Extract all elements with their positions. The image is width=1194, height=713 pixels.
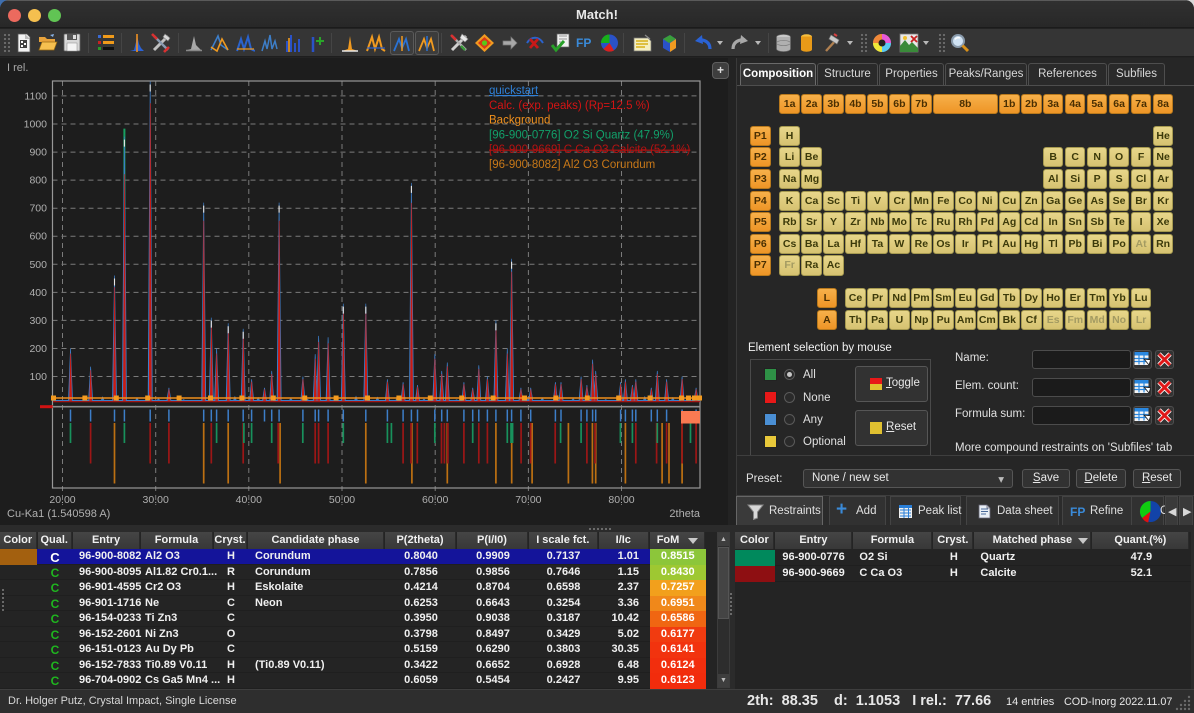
svg-text:30.00: 30.00	[143, 494, 169, 506]
svg-text:200: 200	[29, 343, 47, 355]
svg-text:60.00: 60.00	[422, 494, 448, 506]
svg-text:1100: 1100	[24, 90, 47, 102]
svg-text:50.00: 50.00	[329, 494, 355, 506]
svg-text:400: 400	[29, 287, 47, 299]
svg-text:300: 300	[29, 315, 47, 327]
svg-text:100: 100	[29, 371, 47, 383]
svg-text:[96-900-0776] O2 Si Quartz (47: [96-900-0776] O2 Si Quartz (47.9%)	[489, 129, 674, 141]
svg-text:600: 600	[29, 231, 47, 243]
svg-text:80.00: 80.00	[608, 494, 634, 506]
svg-text:Cu-Ka1 (1.540598 A): Cu-Ka1 (1.540598 A)	[7, 508, 110, 520]
svg-text:900: 900	[29, 147, 47, 159]
svg-text:70.00: 70.00	[515, 494, 541, 506]
svg-text:1000: 1000	[24, 119, 48, 131]
svg-text:40.00: 40.00	[236, 494, 262, 506]
svg-text:[96-900-8082] Al2 O3 Corundum: [96-900-8082] Al2 O3 Corundum	[489, 159, 655, 171]
svg-text:20.00: 20.00	[49, 494, 75, 506]
svg-text:[96-900-9669] C Ca O3 Calcite: [96-900-9669] C Ca O3 Calcite (52.1%)	[489, 144, 691, 156]
svg-text:Background: Background	[489, 115, 550, 127]
svg-text:Calc. (exp. peaks) (Rp=12.5 %): Calc. (exp. peaks) (Rp=12.5 %)	[489, 100, 650, 112]
svg-text:2theta: 2theta	[669, 508, 700, 520]
svg-text:800: 800	[29, 175, 47, 187]
svg-text:quickstart: quickstart	[489, 85, 539, 97]
svg-text:I rel.: I rel.	[7, 62, 28, 74]
svg-text:700: 700	[29, 203, 47, 215]
svg-text:500: 500	[29, 259, 47, 271]
